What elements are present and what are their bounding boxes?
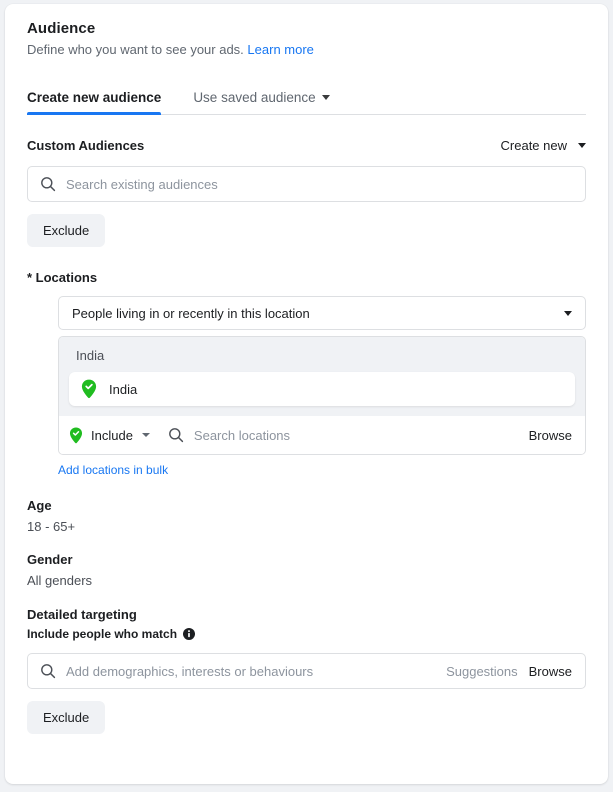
audience-card: Audience Define who you want to see your…	[5, 4, 608, 784]
tab-create-new-audience[interactable]: Create new audience	[27, 90, 162, 115]
chevron-down-icon	[578, 143, 586, 148]
detailed-targeting-label: Detailed targeting	[27, 607, 137, 622]
search-icon	[41, 177, 56, 192]
search-icon	[41, 664, 56, 679]
location-chip-label: India	[109, 381, 138, 397]
tab-label: Use saved audience	[193, 90, 316, 105]
chevron-down-icon	[141, 433, 150, 437]
tab-label: Create new audience	[27, 90, 162, 105]
page-subtitle-text: Define who you want to see your ads.	[27, 42, 244, 57]
search-existing-audiences-input[interactable]: Search existing audiences	[27, 166, 586, 202]
location-include-label: Include	[91, 427, 133, 443]
locations-group: India India	[59, 337, 585, 416]
search-locations-input[interactable]: Search locations	[168, 427, 529, 443]
tab-use-saved-audience[interactable]: Use saved audience	[193, 90, 330, 114]
detailed-targeting-suggestions-button[interactable]: Suggestions	[446, 664, 518, 679]
detailed-targeting-browse-button[interactable]: Browse	[529, 664, 572, 679]
audience-tabs: Create new audience Use saved audience	[27, 79, 586, 115]
location-pin-check-icon	[69, 427, 83, 443]
location-type-select[interactable]: People living in or recently in this loc…	[58, 296, 586, 330]
page-title: Audience	[27, 20, 96, 37]
detailed-targeting-sub-label: Include people who match	[27, 627, 586, 641]
location-pin-check-icon	[81, 379, 97, 399]
custom-audiences-exclude-button[interactable]: Exclude	[27, 214, 106, 247]
chevron-down-icon	[321, 95, 330, 100]
detailed-targeting-placeholder: Add demographics, interests or behaviour…	[66, 663, 314, 679]
detailed-targeting-input[interactable]: Add demographics, interests or behaviour…	[27, 653, 586, 689]
locations-label: * Locations	[27, 270, 98, 285]
gender-value: All genders	[27, 573, 93, 588]
location-include-select[interactable]: Include	[69, 427, 154, 444]
search-locations-placeholder: Search locations	[193, 427, 291, 443]
detailed-targeting-sub-label-text: Include people who match	[27, 627, 178, 641]
detailed-targeting-exclude-button[interactable]: Exclude	[27, 701, 106, 734]
age-value: 18 - 65+	[27, 519, 76, 534]
add-locations-in-bulk-link[interactable]: Add locations in bulk	[58, 463, 168, 477]
create-new-audience-button[interactable]: Create new	[501, 138, 586, 153]
locations-browse-button[interactable]: Browse	[529, 428, 572, 443]
learn-more-link[interactable]: Learn more	[247, 42, 313, 57]
age-label: Age	[27, 498, 52, 513]
locations-body: People living in or recently in this loc…	[58, 296, 586, 479]
custom-audiences-label: Custom Audiences	[27, 138, 145, 153]
info-icon[interactable]	[183, 628, 196, 640]
location-chip-india[interactable]: India	[69, 372, 575, 406]
create-new-label: Create new	[500, 138, 567, 153]
page-subtitle: Define who you want to see your ads. Lea…	[27, 42, 586, 57]
search-icon	[169, 428, 184, 443]
gender-label: Gender	[27, 552, 73, 567]
chevron-down-icon	[564, 310, 572, 316]
locations-group-title: India	[76, 348, 105, 363]
locations-panel: India India Include Search locations Bro…	[58, 336, 586, 455]
search-existing-audiences-placeholder: Search existing audiences	[66, 176, 218, 192]
location-type-value: People living in or recently in this loc…	[72, 305, 310, 321]
custom-audiences-header: Custom Audiences Create new	[27, 138, 586, 153]
locations-footer: Include Search locations Browse	[59, 416, 585, 454]
